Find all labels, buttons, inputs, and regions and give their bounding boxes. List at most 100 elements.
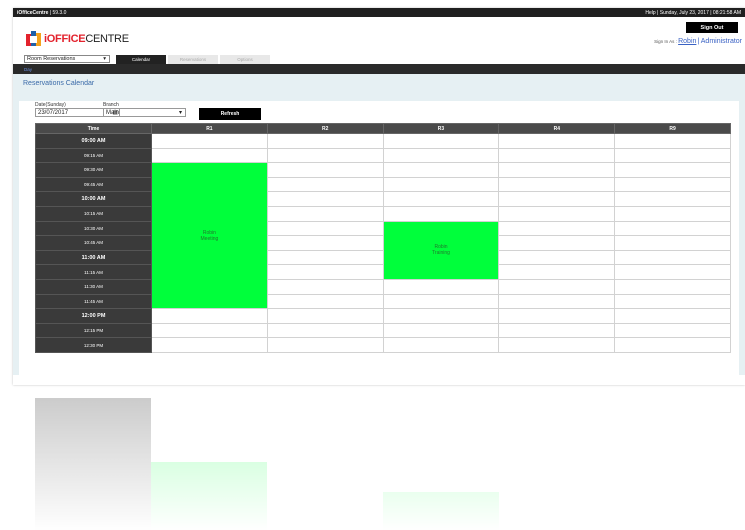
- empty-slot-cell[interactable]: [266, 191, 384, 207]
- empty-slot-cell[interactable]: [151, 133, 268, 149]
- empty-slot-cell[interactable]: [382, 191, 500, 207]
- empty-slot-cell[interactable]: [614, 278, 731, 295]
- empty-slot-cell[interactable]: [266, 176, 384, 193]
- empty-slot-cell[interactable]: [614, 191, 731, 207]
- empty-slot-cell[interactable]: [498, 235, 616, 251]
- chevron-down-icon: ▾: [103, 56, 106, 62]
- top-bar: iOfficeCentre | 59.3.0 Help | Sunday, Ju…: [13, 8, 745, 17]
- empty-slot-cell[interactable]: [498, 176, 616, 193]
- empty-slot-cell[interactable]: [614, 133, 731, 149]
- calendar-row: 12:15 PM: [35, 322, 731, 339]
- calendar-row: 11:15 AM: [35, 264, 731, 280]
- empty-slot-cell[interactable]: [614, 176, 731, 193]
- branch-select[interactable]: Main ▾: [103, 108, 186, 117]
- empty-slot-cell[interactable]: [266, 220, 384, 237]
- empty-slot-cell[interactable]: [382, 162, 500, 178]
- empty-slot-cell[interactable]: [382, 133, 500, 149]
- time-slot-label: 10:45 AM: [35, 235, 152, 251]
- reservation-block[interactable]: Robin Meeting: [151, 162, 268, 309]
- empty-slot-cell[interactable]: [498, 191, 616, 207]
- calendar-row: 09:00 AM: [35, 133, 731, 149]
- empty-slot-cell[interactable]: [266, 264, 384, 280]
- reflection-effect: [13, 398, 745, 530]
- empty-slot-cell[interactable]: [382, 293, 500, 310]
- empty-slot-cell[interactable]: [382, 205, 500, 222]
- tab-options[interactable]: Options: [220, 55, 270, 64]
- empty-slot-cell[interactable]: [266, 308, 384, 324]
- empty-slot-cell[interactable]: [614, 322, 731, 339]
- empty-slot-cell[interactable]: [266, 249, 384, 266]
- user-link[interactable]: Robin: [678, 38, 696, 45]
- empty-slot-cell[interactable]: [498, 337, 616, 353]
- empty-slot-cell[interactable]: [266, 322, 384, 339]
- reservation-purpose: Meeting: [200, 235, 219, 242]
- empty-slot-cell[interactable]: [382, 278, 500, 295]
- empty-slot-cell[interactable]: [382, 176, 500, 193]
- empty-slot-cell[interactable]: [382, 337, 500, 353]
- empty-slot-cell[interactable]: [266, 205, 384, 222]
- logo[interactable]: iOFFICECENTRE: [26, 31, 129, 46]
- empty-slot-cell[interactable]: [151, 322, 268, 339]
- empty-slot-cell[interactable]: [266, 337, 384, 353]
- empty-slot-cell[interactable]: [266, 235, 384, 251]
- empty-slot-cell[interactable]: [151, 147, 268, 164]
- time-slot-label: 10:30 AM: [35, 220, 152, 237]
- empty-slot-cell[interactable]: [151, 337, 268, 353]
- chevron-down-icon: ▾: [178, 110, 182, 116]
- empty-slot-cell[interactable]: [498, 322, 616, 339]
- time-slot-label: 11:45 AM: [35, 293, 152, 310]
- empty-slot-cell[interactable]: [382, 308, 500, 324]
- branch-value: Main: [106, 109, 120, 116]
- reservation-block[interactable]: Robin Training: [383, 221, 499, 280]
- empty-slot-cell[interactable]: [498, 133, 616, 149]
- empty-slot-cell[interactable]: [498, 249, 616, 266]
- signin-prefix: Sign In As :: [654, 39, 677, 44]
- calendar-header-row: Time R1 R2 R3 R4 R9: [35, 123, 731, 134]
- empty-slot-cell[interactable]: [614, 337, 731, 353]
- empty-slot-cell[interactable]: [498, 278, 616, 295]
- empty-slot-cell[interactable]: [614, 220, 731, 237]
- empty-slot-cell[interactable]: [614, 162, 731, 178]
- empty-slot-cell[interactable]: [151, 308, 268, 324]
- app-version: iOfficeCentre | 59.3.0: [17, 10, 66, 16]
- app-window: iOfficeCentre | 59.3.0 Help | Sunday, Ju…: [13, 8, 745, 385]
- subnav-day-link[interactable]: Day: [24, 67, 32, 72]
- empty-slot-cell[interactable]: [498, 147, 616, 164]
- empty-slot-cell[interactable]: [498, 308, 616, 324]
- time-slot-label: 09:15 AM: [35, 147, 152, 164]
- empty-slot-cell[interactable]: [614, 293, 731, 310]
- empty-slot-cell[interactable]: [614, 264, 731, 280]
- calendar-body: 09:00 AM 09:15 AM 09:30 AM Robin Meeting 09:4…: [35, 133, 731, 353]
- signin-separator: |: [697, 38, 700, 45]
- empty-slot-cell[interactable]: [498, 220, 616, 237]
- empty-slot-cell[interactable]: [266, 133, 384, 149]
- empty-slot-cell[interactable]: [498, 293, 616, 310]
- calendar-panel: Date(Sunday) 23/07/2017 ▦ Branch Main ▾ …: [19, 101, 739, 381]
- tab-reservations[interactable]: Reservations: [168, 55, 218, 64]
- empty-slot-cell[interactable]: [266, 293, 384, 310]
- main-content: Reservations Calendar Date(Sunday) 23/07…: [13, 74, 745, 381]
- time-slot-label: 10:00 AM: [35, 191, 152, 207]
- refresh-button[interactable]: Refresh: [199, 108, 261, 120]
- time-slot-label: 12:00 PM: [35, 308, 152, 324]
- module-select[interactable]: Room Reservations ▾: [24, 55, 110, 63]
- empty-slot-cell[interactable]: [614, 147, 731, 164]
- empty-slot-cell[interactable]: [498, 205, 616, 222]
- sign-out-button[interactable]: Sign Out: [686, 22, 738, 33]
- version-text: | 59.3.0: [49, 9, 67, 16]
- empty-slot-cell[interactable]: [614, 205, 731, 222]
- tab-calendar[interactable]: Calendar: [116, 55, 166, 64]
- menu-row: Room Reservations ▾ Calendar Reservation…: [13, 54, 745, 64]
- empty-slot-cell[interactable]: [614, 249, 731, 266]
- signed-in-info: Sign In As : Robin | Administrator: [654, 38, 742, 45]
- empty-slot-cell[interactable]: [614, 235, 731, 251]
- empty-slot-cell[interactable]: [498, 264, 616, 280]
- empty-slot-cell[interactable]: [266, 278, 384, 295]
- empty-slot-cell[interactable]: [382, 147, 500, 164]
- role-link[interactable]: Administrator: [701, 38, 742, 45]
- empty-slot-cell[interactable]: [498, 162, 616, 178]
- empty-slot-cell[interactable]: [614, 308, 731, 324]
- empty-slot-cell[interactable]: [266, 162, 384, 178]
- empty-slot-cell[interactable]: [266, 147, 384, 164]
- empty-slot-cell[interactable]: [382, 322, 500, 339]
